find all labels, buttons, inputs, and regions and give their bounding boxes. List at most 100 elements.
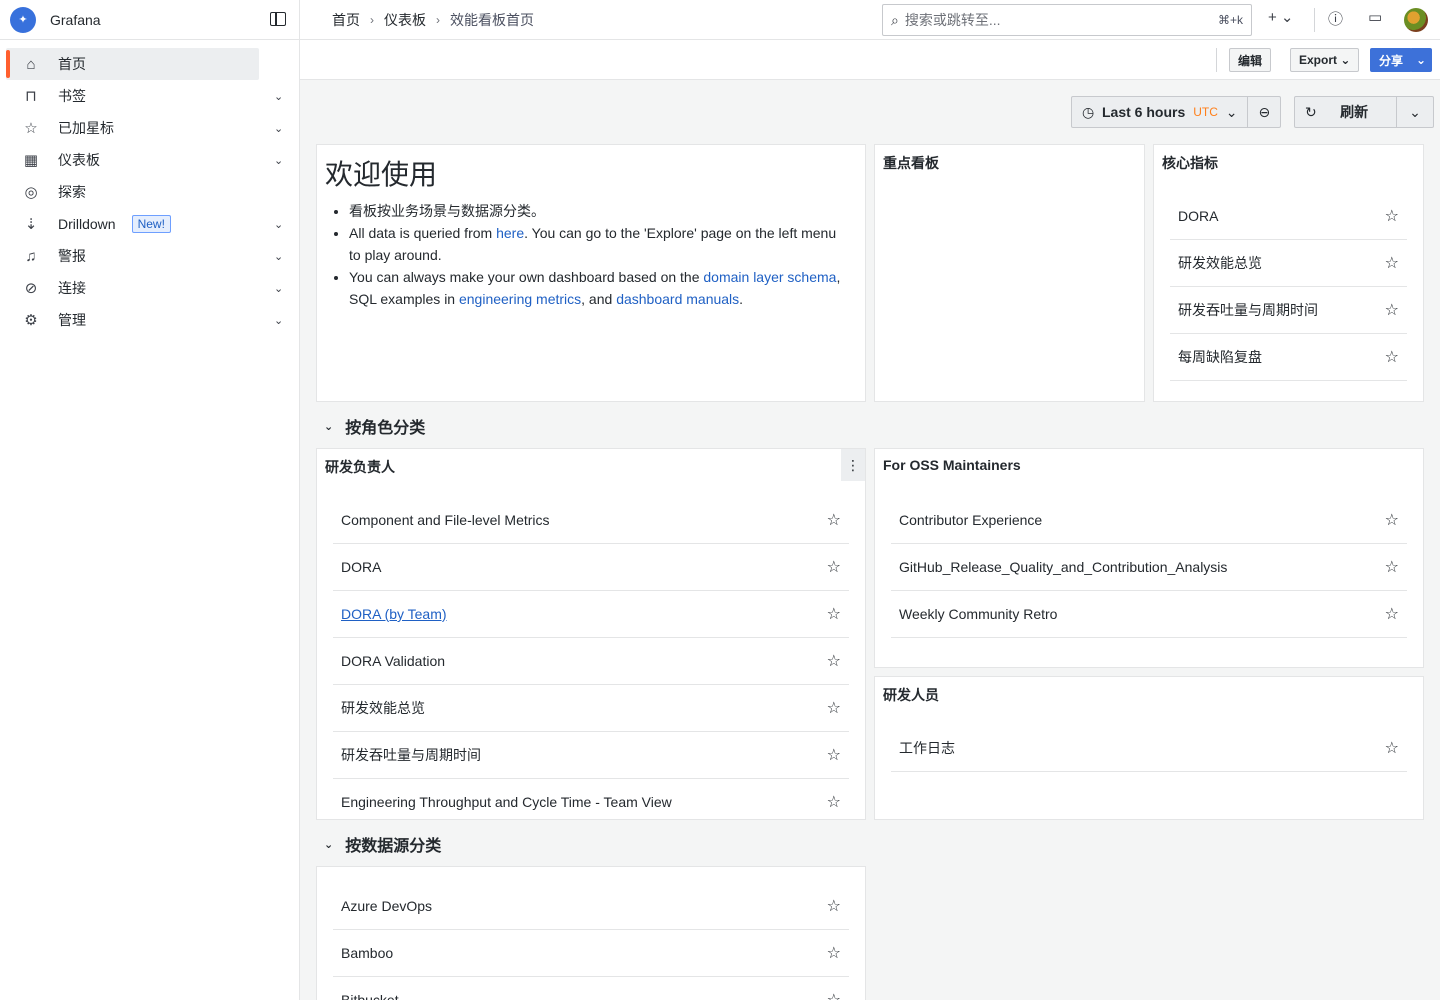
dashboard-list: DORA ☆ 研发效能总览 ☆ 研发吞吐量与周期时间 ☆ 每周缺陷复盘 ☆ [1170, 193, 1407, 381]
dashboard-link[interactable]: Component and File-level Metrics [341, 512, 550, 528]
grafana-logo-icon[interactable]: ✦ [10, 6, 36, 33]
list-item[interactable]: Weekly Community Retro ☆ [891, 591, 1407, 638]
star-icon[interactable]: ☆ [827, 792, 841, 812]
sidebar-item-home[interactable]: ⌂ 首页 [6, 48, 259, 80]
panel-menu-icon[interactable]: ⋮ [841, 449, 865, 481]
time-picker[interactable]: ◷ Last 6 hours UTC ⌄ ⊖ [1071, 96, 1282, 128]
sidebar-item-alerting[interactable]: ♫ 警报 ⌄ [6, 240, 283, 272]
chevron-down-icon[interactable]: ⌄ [274, 154, 283, 167]
star-icon[interactable]: ☆ [1385, 510, 1399, 530]
star-icon[interactable]: ☆ [1385, 206, 1399, 226]
refresh-button[interactable]: ↻ 刷新 [1295, 97, 1398, 127]
list-item[interactable]: Bitbucket ☆ [333, 977, 849, 1000]
dashboard-link[interactable]: 研发吞吐量与周期时间 [1178, 300, 1318, 320]
star-icon[interactable]: ☆ [827, 745, 841, 765]
star-icon[interactable]: ☆ [827, 604, 841, 624]
list-item[interactable]: DORA (by Team) ☆ [333, 591, 849, 638]
domain-layer-schema-link[interactable]: domain layer schema [703, 269, 836, 285]
dashboard-link[interactable]: Bamboo [341, 945, 393, 961]
chevron-down-icon[interactable]: ⌄ [274, 250, 283, 263]
list-item[interactable]: 研发吞吐量与周期时间 ☆ [333, 732, 849, 779]
dashboard-manuals-link[interactable]: dashboard manuals [616, 291, 739, 307]
star-icon[interactable]: ☆ [827, 557, 841, 577]
sidebar-item-drilldown[interactable]: ⇣ Drilldown New! ⌄ [6, 208, 283, 240]
share-dropdown-button[interactable]: ⌄ [1410, 48, 1432, 72]
breadcrumb-home[interactable]: 首页 [332, 10, 360, 30]
list-item[interactable]: 研发效能总览 ☆ [333, 685, 849, 732]
list-item[interactable]: Contributor Experience ☆ [891, 497, 1407, 544]
row-by-source[interactable]: ⌄ 按数据源分类 [324, 832, 441, 856]
sidebar-item-bookmarks[interactable]: ⊓ 书签 ⌄ [6, 80, 283, 112]
breadcrumb-dashboards[interactable]: 仪表板 [384, 10, 426, 30]
zoom-out-button[interactable]: ⊖ [1248, 97, 1280, 127]
dashboard-link[interactable]: DORA Validation [341, 653, 445, 669]
star-icon[interactable]: ☆ [827, 651, 841, 671]
list-item[interactable]: Engineering Throughput and Cycle Time - … [333, 779, 849, 819]
refresh-interval-button[interactable]: ⌄ [1397, 97, 1433, 127]
star-icon[interactable]: ☆ [827, 510, 841, 530]
star-icon[interactable]: ☆ [827, 990, 841, 1000]
star-icon[interactable]: ☆ [1385, 604, 1399, 624]
dashboard-link[interactable]: 研发效能总览 [1178, 253, 1262, 273]
list-item[interactable]: 研发效能总览 ☆ [1170, 240, 1407, 287]
time-range-button[interactable]: ◷ Last 6 hours UTC ⌄ [1072, 97, 1249, 127]
keyboard-shortcut: ⌘+k [1217, 13, 1243, 27]
sidebar-item-dashboards[interactable]: ▦ 仪表板 ⌄ [6, 144, 283, 176]
list-item[interactable]: Component and File-level Metrics ☆ [333, 497, 849, 544]
list-item[interactable]: 研发吞吐量与周期时间 ☆ [1170, 287, 1407, 334]
dashboard-link[interactable]: Azure DevOps [341, 898, 432, 914]
chevron-down-icon[interactable]: ⌄ [274, 282, 283, 295]
chevron-down-icon[interactable]: ⌄ [274, 90, 283, 103]
dashboard-link[interactable]: 工作日志 [899, 738, 955, 758]
chevron-down-icon[interactable]: ⌄ [274, 122, 283, 135]
here-link[interactable]: here [496, 225, 524, 241]
list-item[interactable]: 工作日志 ☆ [891, 725, 1407, 772]
list-item[interactable]: 每周缺陷复盘 ☆ [1170, 334, 1407, 381]
refresh-label: 刷新 [1340, 104, 1369, 120]
dashboard-link[interactable]: Bitbucket [341, 992, 399, 1000]
dashboard-link[interactable]: Engineering Throughput and Cycle Time - … [341, 794, 672, 810]
star-icon[interactable]: ☆ [827, 896, 841, 916]
engineering-metrics-link[interactable]: engineering metrics [459, 291, 581, 307]
dashboard-link[interactable]: DORA [341, 559, 381, 575]
star-icon[interactable]: ☆ [827, 943, 841, 963]
dashboard-link[interactable]: GitHub_Release_Quality_and_Contribution_… [899, 559, 1227, 575]
add-new-icon[interactable]: + ⌄ [1268, 8, 1294, 26]
sidebar-item-starred[interactable]: ☆ 已加星标 ⌄ [6, 112, 283, 144]
dashboard-link[interactable]: 研发吞吐量与周期时间 [341, 745, 481, 765]
sidebar-item-connections[interactable]: ⊘ 连接 ⌄ [6, 272, 284, 304]
avatar[interactable] [1404, 8, 1428, 32]
list-item[interactable]: Bamboo ☆ [333, 930, 849, 977]
news-icon[interactable]: ▭ [1368, 8, 1382, 26]
edit-button[interactable]: 编辑 [1229, 48, 1272, 72]
help-icon[interactable]: ⓘ [1328, 8, 1343, 29]
star-icon[interactable]: ☆ [1385, 557, 1399, 577]
dashboard-link[interactable]: DORA [1178, 208, 1218, 224]
list-item[interactable]: Azure DevOps ☆ [333, 883, 849, 930]
dock-menu-icon[interactable] [270, 12, 286, 26]
dashboard-link[interactable]: 研发效能总览 [341, 698, 425, 718]
star-icon[interactable]: ☆ [1385, 300, 1399, 320]
sidebar-item-explore[interactable]: ◎ 探索 [6, 176, 259, 208]
list-item[interactable]: GitHub_Release_Quality_and_Contribution_… [891, 544, 1407, 591]
star-icon[interactable]: ☆ [1385, 738, 1399, 758]
star-icon[interactable]: ☆ [827, 698, 841, 718]
star-icon[interactable]: ☆ [1385, 253, 1399, 273]
sidebar-item-admin[interactable]: ⚙ 管理 ⌄ [6, 304, 283, 336]
list-item[interactable]: DORA Validation ☆ [333, 638, 849, 685]
chevron-down-icon[interactable]: ⌄ [274, 314, 283, 327]
dashboard-link[interactable]: Weekly Community Retro [899, 606, 1057, 622]
source-panel: Azure DevOps ☆ Bamboo ☆ Bitbucket ☆ [316, 866, 866, 1000]
list-item[interactable]: DORA ☆ [333, 544, 849, 591]
share-button[interactable]: 分享 [1370, 48, 1413, 72]
dashboard-link[interactable]: 每周缺陷复盘 [1178, 347, 1262, 367]
refresh-picker[interactable]: ↻ 刷新 ⌄ [1294, 96, 1434, 128]
dashboard-link[interactable]: Contributor Experience [899, 512, 1042, 528]
star-icon[interactable]: ☆ [1385, 347, 1399, 367]
list-item[interactable]: DORA ☆ [1170, 193, 1407, 240]
row-by-role[interactable]: ⌄ 按角色分类 [324, 414, 425, 438]
chevron-down-icon[interactable]: ⌄ [274, 218, 283, 231]
export-button[interactable]: Export ⌄ [1290, 48, 1360, 72]
dashboard-link[interactable]: DORA (by Team) [341, 606, 447, 622]
search-input[interactable]: ⌕ 搜索或跳转至... ⌘+k [882, 4, 1252, 36]
